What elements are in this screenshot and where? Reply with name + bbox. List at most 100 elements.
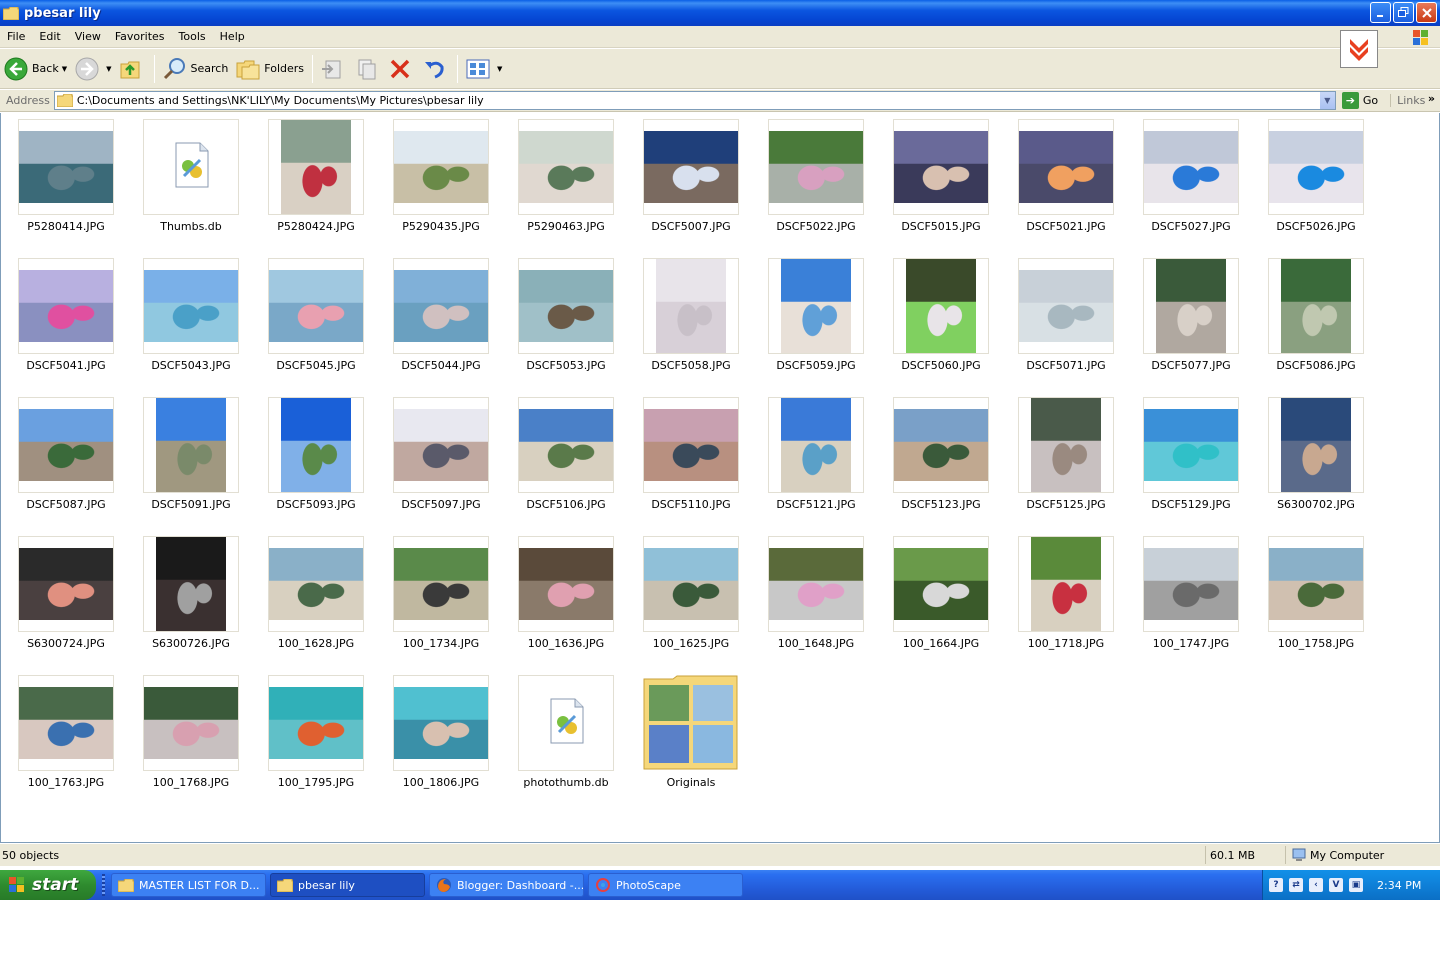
file-item[interactable]: P5280414.JPG	[2, 113, 127, 252]
clock[interactable]: 2:34 PM	[1377, 879, 1421, 892]
address-input[interactable]: C:\Documents and Settings\NK'LILY\My Doc…	[53, 91, 1336, 110]
file-item[interactable]: DSCF5077.JPG	[1127, 252, 1252, 391]
thumbnail-frame	[393, 258, 489, 354]
network-tray-icon[interactable]: ⇄	[1289, 878, 1303, 892]
file-item[interactable]: P5280424.JPG	[252, 113, 377, 252]
file-item[interactable]: 100_1806.JPG	[377, 669, 502, 808]
back-dropdown-icon[interactable]: ▼	[62, 65, 67, 73]
file-item[interactable]: Thumbs.db	[127, 113, 252, 252]
file-item[interactable]: DSCF5106.JPG	[502, 391, 627, 530]
file-item[interactable]: S6300726.JPG	[127, 530, 252, 669]
taskbar-button[interactable]: MASTER LIST FOR D...	[111, 873, 266, 897]
chevron-left-tray-icon[interactable]: ‹	[1309, 878, 1323, 892]
file-item[interactable]: S6300724.JPG	[2, 530, 127, 669]
undo-button[interactable]	[419, 52, 453, 86]
file-item[interactable]: DSCF5093.JPG	[252, 391, 377, 530]
file-item[interactable]: 100_1648.JPG	[752, 530, 877, 669]
file-item[interactable]: DSCF5060.JPG	[877, 252, 1002, 391]
photo-thumbnail	[19, 131, 113, 203]
folders-button[interactable]: Folders	[232, 52, 308, 86]
thumbnail-frame	[143, 675, 239, 771]
file-item[interactable]: DSCF5007.JPG	[627, 113, 752, 252]
thumbnail-frame	[1018, 536, 1114, 632]
file-item[interactable]: 100_1768.JPG	[127, 669, 252, 808]
thumbnail-frame	[643, 675, 739, 771]
file-item[interactable]: S6300702.JPG	[1252, 391, 1377, 530]
close-button[interactable]	[1416, 2, 1437, 23]
file-item[interactable]: 100_1795.JPG	[252, 669, 377, 808]
file-item[interactable]: DSCF5045.JPG	[252, 252, 377, 391]
file-item[interactable]: DSCF5026.JPG	[1252, 113, 1377, 252]
up-folder-button[interactable]	[116, 52, 150, 86]
minimize-button[interactable]	[1370, 2, 1391, 23]
file-item[interactable]: P5290435.JPG	[377, 113, 502, 252]
monitor-tray-icon[interactable]: ▣	[1349, 878, 1363, 892]
download-arrows-button[interactable]	[1340, 30, 1378, 68]
file-item[interactable]: 100_1664.JPG	[877, 530, 1002, 669]
file-item[interactable]: 100_1763.JPG	[2, 669, 127, 808]
file-item[interactable]: DSCF5043.JPG	[127, 252, 252, 391]
file-item[interactable]: photothumb.db	[502, 669, 627, 808]
file-item[interactable]: DSCF5086.JPG	[1252, 252, 1377, 391]
menu-file[interactable]: File	[0, 30, 32, 43]
file-item[interactable]: DSCF5110.JPG	[627, 391, 752, 530]
file-item[interactable]: DSCF5044.JPG	[377, 252, 502, 391]
file-item[interactable]: 100_1718.JPG	[1002, 530, 1127, 669]
address-dropdown-button[interactable]: ▼	[1318, 92, 1335, 109]
menu-help[interactable]: Help	[213, 30, 252, 43]
views-dropdown-icon[interactable]: ▼	[497, 65, 502, 73]
start-button[interactable]: start	[0, 870, 96, 900]
file-item[interactable]: 100_1747.JPG	[1127, 530, 1252, 669]
menu-edit[interactable]: Edit	[32, 30, 67, 43]
file-item[interactable]: DSCF5125.JPG	[1002, 391, 1127, 530]
file-item[interactable]: 100_1628.JPG	[252, 530, 377, 669]
file-item[interactable]: DSCF5015.JPG	[877, 113, 1002, 252]
folder-item[interactable]: Originals	[627, 669, 752, 808]
delete-button[interactable]	[385, 52, 419, 86]
file-item[interactable]: 100_1636.JPG	[502, 530, 627, 669]
file-item[interactable]: DSCF5121.JPG	[752, 391, 877, 530]
file-item[interactable]: DSCF5053.JPG	[502, 252, 627, 391]
file-item[interactable]: DSCF5129.JPG	[1127, 391, 1252, 530]
taskbar-button[interactable]: pbesar lily	[270, 873, 425, 897]
file-item[interactable]: DSCF5071.JPG	[1002, 252, 1127, 391]
menu-view[interactable]: View	[68, 30, 108, 43]
file-item[interactable]: DSCF5058.JPG	[627, 252, 752, 391]
file-item[interactable]: DSCF5087.JPG	[2, 391, 127, 530]
search-button[interactable]: Search	[159, 52, 233, 86]
file-name: DSCF5060.JPG	[901, 359, 981, 372]
file-item[interactable]: DSCF5091.JPG	[127, 391, 252, 530]
file-item[interactable]: DSCF5022.JPG	[752, 113, 877, 252]
file-item[interactable]: 100_1734.JPG	[377, 530, 502, 669]
links-chevron-icon[interactable]: »	[1428, 92, 1435, 105]
taskbar-button[interactable]: Blogger: Dashboard -...	[429, 873, 584, 897]
forward-button[interactable]: ▼	[71, 52, 115, 86]
views-button[interactable]: ▼	[462, 52, 506, 86]
help-tray-icon[interactable]: ?	[1269, 878, 1283, 892]
go-button[interactable]: ➔ Go	[1341, 92, 1378, 109]
restore-button[interactable]	[1393, 2, 1414, 23]
photo-thumbnail	[894, 131, 988, 203]
thumbnail-frame	[18, 675, 114, 771]
copy-to-button[interactable]	[351, 52, 385, 86]
taskbar-button[interactable]: PhotoScape	[588, 873, 743, 897]
file-item[interactable]: DSCF5097.JPG	[377, 391, 502, 530]
links-toolbar[interactable]: Links	[1390, 94, 1425, 107]
file-list-view[interactable]: P5280414.JPG Thumbs.db P5280424.JPG P529043…	[0, 113, 1440, 843]
file-name: S6300726.JPG	[152, 637, 230, 650]
file-item[interactable]: P5290463.JPG	[502, 113, 627, 252]
thumbnail-frame	[393, 536, 489, 632]
file-item[interactable]: 100_1625.JPG	[627, 530, 752, 669]
menu-favorites[interactable]: Favorites	[108, 30, 172, 43]
file-item[interactable]: DSCF5027.JPG	[1127, 113, 1252, 252]
move-to-button[interactable]	[317, 52, 351, 86]
file-item[interactable]: DSCF5041.JPG	[2, 252, 127, 391]
file-item[interactable]: DSCF5059.JPG	[752, 252, 877, 391]
antivirus-tray-icon[interactable]: V	[1329, 878, 1343, 892]
file-item[interactable]: 100_1758.JPG	[1252, 530, 1377, 669]
menu-tools[interactable]: Tools	[172, 30, 213, 43]
back-button[interactable]: Back ▼	[0, 52, 71, 86]
file-item[interactable]: DSCF5021.JPG	[1002, 113, 1127, 252]
file-item[interactable]: DSCF5123.JPG	[877, 391, 1002, 530]
forward-dropdown-icon[interactable]: ▼	[106, 65, 111, 73]
